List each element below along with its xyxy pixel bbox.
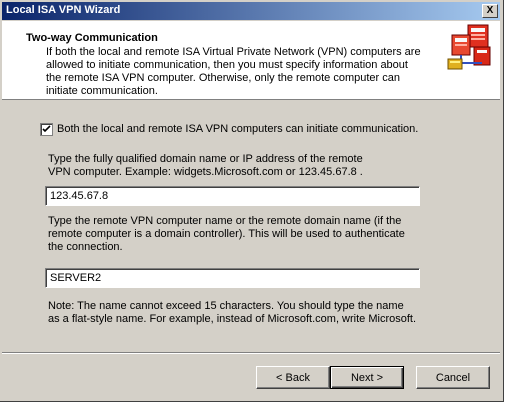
page-description: If both the local and remote ISA Virtual…: [46, 46, 421, 97]
back-button[interactable]: < Back: [256, 366, 330, 389]
title-bar[interactable]: Local ISA VPN Wizard X: [2, 2, 500, 20]
page-title: Two-way Communication: [26, 32, 158, 44]
checkmark-icon: [42, 125, 51, 133]
address-instructions: Type the fully qualified domain name or …: [48, 153, 363, 178]
wizard-header: Two-way Communication If both the local …: [2, 21, 500, 100]
wizard-window: Local ISA VPN Wizard X Two-way Communica…: [0, 0, 504, 402]
cancel-button[interactable]: Cancel: [416, 366, 490, 389]
button-separator: [2, 352, 500, 354]
network-computers-icon: [446, 23, 494, 71]
remote-name-input[interactable]: SERVER2: [45, 268, 420, 288]
both-initiate-checkbox[interactable]: [40, 123, 53, 136]
remote-name-instructions: Type the remote VPN computer name or the…: [48, 215, 405, 253]
close-button[interactable]: X: [482, 4, 498, 18]
close-icon: X: [486, 5, 494, 16]
next-button[interactable]: Next >: [330, 366, 404, 389]
name-note: Note: The name cannot exceed 15 characte…: [48, 300, 417, 325]
both-initiate-label[interactable]: Both the local and remote ISA VPN comput…: [57, 123, 418, 135]
remote-address-input[interactable]: 123.45.67.8: [45, 186, 420, 206]
window-title: Local ISA VPN Wizard: [6, 4, 121, 16]
